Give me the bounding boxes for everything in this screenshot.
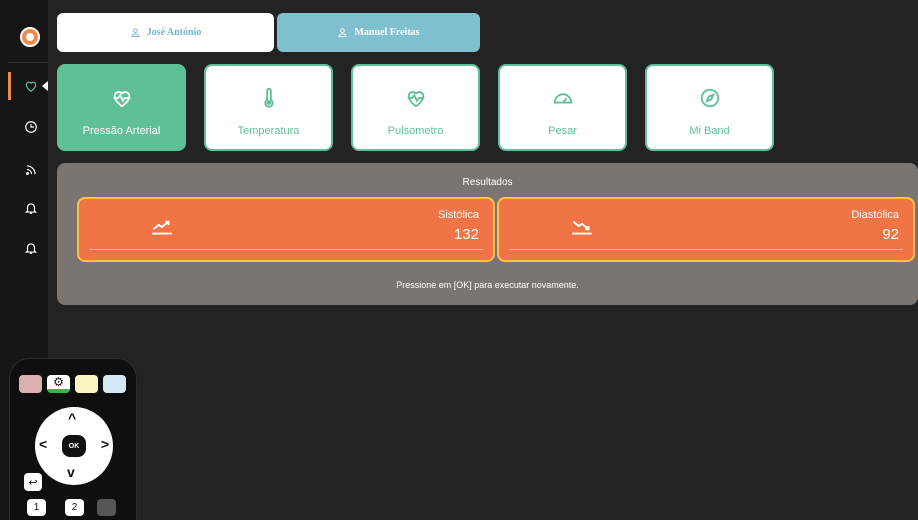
user-icon	[130, 28, 140, 38]
thermometer-icon	[263, 87, 274, 108]
result-card-diastolic: Diastólica 92	[497, 197, 915, 262]
user-tab-jose[interactable]: José António	[57, 13, 274, 52]
measure-card-temperature[interactable]: Temperatura	[204, 64, 333, 151]
compass-icon	[700, 88, 719, 108]
measure-card-mi-band[interactable]: Mi Band	[645, 64, 774, 151]
results-title: Resultados	[462, 177, 513, 188]
sidebar-item-feed[interactable]	[18, 157, 44, 183]
measure-card-label: Pulsometro	[387, 125, 444, 137]
user-tab-manuel[interactable]: Manuel Freitas	[277, 13, 480, 52]
app-logo	[20, 27, 40, 47]
user-icon	[338, 28, 348, 38]
ok-button[interactable]: OK	[62, 435, 86, 457]
dpad-left-button[interactable]: <	[39, 437, 47, 451]
heart-icon	[25, 81, 37, 92]
bell-icon	[24, 203, 38, 214]
result-divider	[509, 249, 903, 250]
measure-card-weight[interactable]: Pesar	[498, 64, 627, 151]
trend-down-icon	[572, 220, 592, 235]
result-value: 132	[453, 226, 479, 243]
trend-up-icon	[152, 220, 172, 235]
sidebar-active-indicator	[8, 72, 11, 100]
measure-card-label: Pressão Arterial	[82, 125, 161, 137]
dpad-down-button[interactable]: v	[67, 465, 75, 479]
sidebar-active-arrow	[42, 81, 48, 91]
user-tab-label: Manuel Freitas	[354, 27, 420, 38]
back-arrow-icon: ↩	[28, 476, 38, 489]
result-divider	[89, 249, 483, 250]
back-button[interactable]: ↩	[24, 473, 42, 491]
remote-number-1-button[interactable]: 1	[27, 499, 46, 516]
result-card-systolic: Sistólica 132	[77, 197, 495, 262]
results-instruction: Pressione em [OK] para executar novament…	[396, 280, 579, 290]
remote-green-button[interactable]: ⚙	[47, 375, 70, 393]
sidebar-item-heart[interactable]	[18, 73, 44, 99]
remote-red-button[interactable]	[19, 375, 42, 393]
gear-icon: ⚙	[53, 375, 64, 389]
sidebar-divider	[8, 62, 48, 63]
measure-card-label: Pesar	[548, 125, 577, 137]
sidebar-item-history[interactable]	[18, 114, 44, 140]
rss-icon	[26, 165, 36, 175]
result-name: Sistólica	[438, 209, 479, 221]
remote-control: ⚙ ^ < > v OK ↩ 1 2	[9, 358, 137, 520]
bell-icon	[24, 243, 38, 254]
heart-pulse-icon	[407, 91, 424, 108]
user-tab-label: José António	[146, 27, 202, 38]
results-panel: Resultados Sistólica 132 Diastólica 92 P…	[57, 163, 918, 305]
heart-pulse-icon	[113, 91, 130, 108]
clock-icon	[25, 121, 37, 133]
measure-card-label: Temperatura	[237, 125, 300, 137]
remote-dpad: ^ < > v OK	[35, 407, 113, 485]
sidebar-item-alerts[interactable]	[18, 195, 44, 221]
result-name: Diastólica	[851, 209, 899, 221]
remote-number-2-button[interactable]: 2	[65, 499, 84, 516]
measure-card-blood-pressure[interactable]: Pressão Arterial	[57, 64, 186, 151]
sidebar-item-notifications[interactable]	[18, 235, 44, 261]
dpad-right-button[interactable]: >	[101, 437, 109, 451]
measure-card-label: Mi Band	[689, 125, 730, 137]
measure-card-pulse[interactable]: Pulsometro	[351, 64, 480, 151]
result-value: 92	[882, 226, 899, 243]
remote-blank-button[interactable]	[97, 499, 116, 516]
remote-blue-button[interactable]	[103, 375, 126, 393]
gauge-icon	[553, 93, 572, 104]
remote-yellow-button[interactable]	[75, 375, 98, 393]
dpad-up-button[interactable]: ^	[68, 411, 76, 425]
